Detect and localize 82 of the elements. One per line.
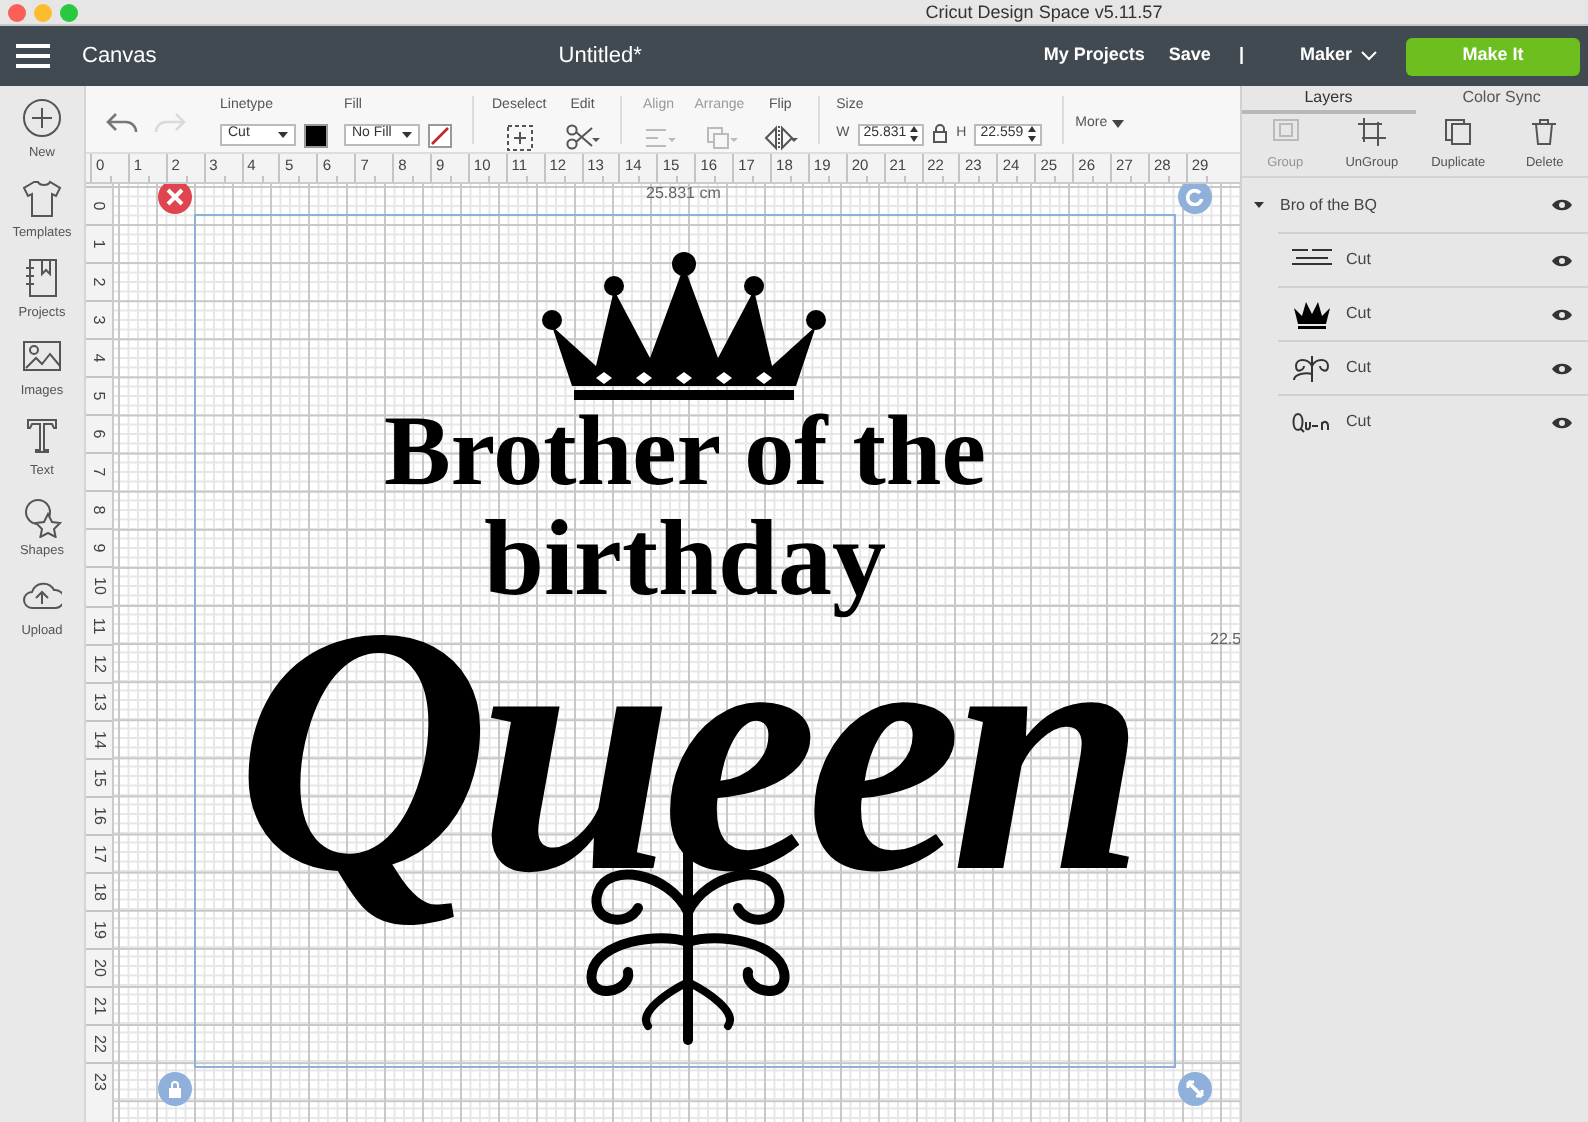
flourish-icon [1290, 352, 1334, 384]
layer-operation: Cut [1346, 410, 1373, 434]
ruler-number: 23 [89, 1073, 111, 1092]
lock-icon[interactable] [932, 124, 949, 144]
duplicate-icon [1444, 117, 1473, 146]
ruler-number: 20 [89, 959, 111, 977]
panel-tab[interactable]: Layers [1242, 86, 1415, 114]
plus-circle-icon [22, 98, 62, 140]
delete-icon [166, 188, 184, 206]
crown-icon [1290, 298, 1334, 330]
header-link[interactable]: My Projects [1031, 42, 1157, 70]
ruler-number: 2 [89, 277, 111, 287]
stepper-icon [1027, 126, 1036, 142]
ruler-number: 10 [89, 578, 111, 596]
ungroup-icon [1357, 117, 1386, 146]
rotate-icon [1186, 188, 1204, 206]
delete-handle[interactable] [158, 184, 192, 214]
ruler-number: 8 [89, 506, 111, 516]
scissors-icon [564, 121, 601, 151]
ruler-number: 6 [89, 430, 111, 440]
width-readout: 25.831 cm [646, 184, 721, 206]
eye-icon[interactable] [1552, 415, 1572, 429]
letter-t-icon [22, 416, 62, 458]
eye-icon[interactable] [1552, 198, 1572, 212]
layer-operation: Cut [1346, 356, 1373, 380]
caret-down-icon [278, 131, 288, 137]
lock-icon [166, 1080, 184, 1098]
menu-icon[interactable] [16, 44, 50, 68]
ruler-number: 11 [89, 616, 111, 634]
caret-down-icon[interactable] [1254, 200, 1264, 210]
ruler-number: 16 [89, 806, 111, 825]
undo-button[interactable] [104, 108, 140, 136]
ruler-number: 9 [89, 544, 111, 554]
ruler-number: 15 [89, 768, 111, 787]
ruler-number: 12 [89, 654, 111, 673]
ruler-number: 5 [89, 392, 111, 401]
chevron-down-icon [1360, 50, 1378, 62]
ruler-number: 1 [89, 239, 111, 249]
design-text: Brother of the [382, 400, 988, 500]
separator-text: | [1236, 42, 1246, 69]
header-link[interactable]: Save [1156, 42, 1223, 70]
shapes-icon [22, 495, 62, 538]
redo-icon [152, 108, 188, 136]
ruler-number: 13 [89, 692, 111, 711]
ruler-number: 4 [89, 353, 111, 363]
document-title: Untitled* [558, 41, 642, 72]
delete-icon [1530, 117, 1559, 146]
layer-operation: Cut [1346, 248, 1373, 272]
stepper-icon [910, 126, 919, 142]
ruler-number: 3 [89, 315, 111, 325]
rotate-handle[interactable] [1178, 184, 1212, 214]
layer-operation: Cut [1346, 302, 1373, 326]
no-fill-swatch-icon[interactable] [428, 123, 452, 147]
ruler-number: 19 [89, 920, 111, 939]
t-shirt-icon [22, 177, 62, 220]
resize-handle[interactable] [1178, 1072, 1212, 1106]
ruler-number: 21 [89, 997, 111, 1015]
deselect-icon [501, 121, 538, 151]
height-readout: 22.5 [1210, 628, 1240, 652]
ruler-number: 7 [89, 468, 111, 478]
ruler-number: 17 [89, 844, 111, 863]
undo-icon [104, 108, 140, 136]
eye-icon[interactable] [1552, 253, 1572, 267]
window-title: Cricut Design Space v5.11.57 [923, 1, 1163, 21]
notebook-icon [22, 257, 62, 299]
panel-tab[interactable]: Color Sync [1415, 86, 1588, 114]
machine-dropdown[interactable]: Maker [1287, 42, 1390, 70]
flip-icon [762, 121, 799, 151]
ruler-number: 18 [89, 882, 111, 901]
section-title: Canvas [82, 41, 157, 72]
layer-group-name: Bro of the BQ [1280, 193, 1379, 217]
caret-down-icon [1111, 120, 1124, 129]
caret-down-icon [402, 131, 412, 137]
linetype-color-swatch[interactable] [304, 123, 328, 147]
eye-icon[interactable] [1552, 307, 1572, 321]
ruler-number: 22 [89, 1035, 111, 1053]
ruler-number: 14 [89, 730, 111, 749]
resize-icon [1186, 1080, 1204, 1098]
eye-icon[interactable] [1552, 361, 1572, 375]
lock-handle[interactable] [158, 1072, 192, 1106]
ruler-number: 0 [89, 201, 111, 211]
group-icon [1271, 117, 1300, 146]
